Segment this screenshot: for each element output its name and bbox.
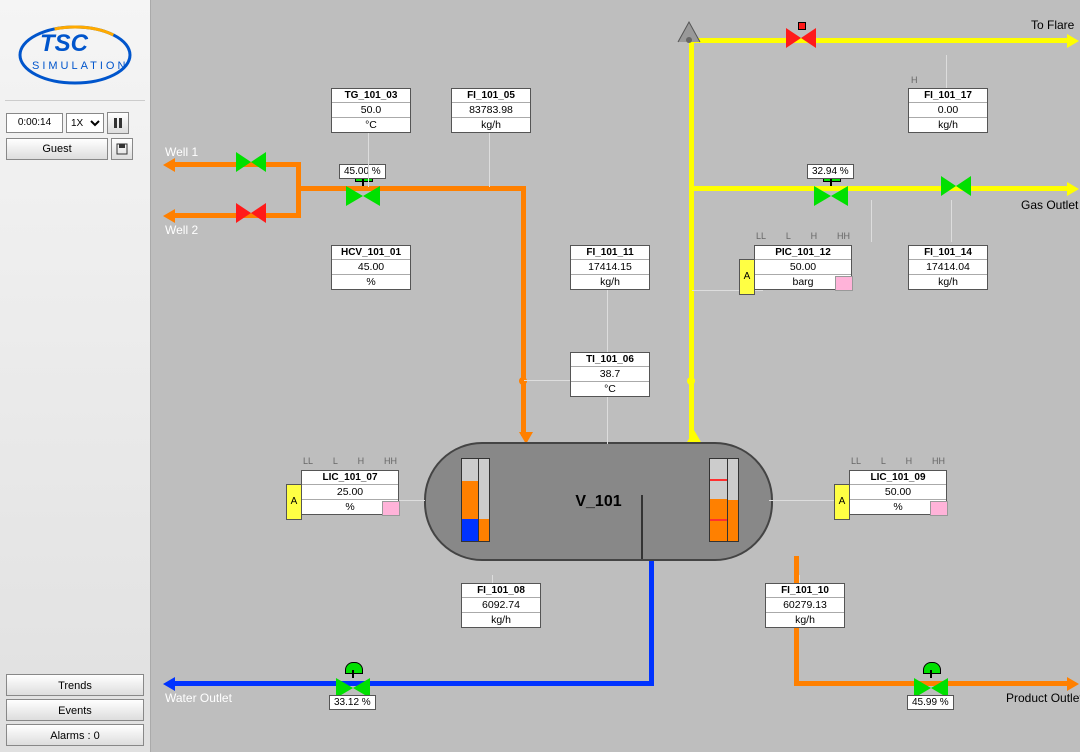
logo: TSC SIMULATION xyxy=(5,5,145,101)
control-valve-hcv-101-01[interactable] xyxy=(346,178,380,208)
valve-gas-outlet[interactable] xyxy=(941,176,971,196)
valve-flare[interactable] xyxy=(786,28,816,48)
indicator-fi-101-10[interactable]: FI_101_10 60279.13 kg/h xyxy=(765,583,845,628)
indicator-fi-101-05[interactable]: FI_101_05 83783.98 kg/h xyxy=(451,88,531,133)
arrow-well1 xyxy=(163,158,175,172)
pipe-gas-outlet xyxy=(689,186,1069,191)
junction-gas xyxy=(687,377,695,385)
label-water-outlet: Water Outlet xyxy=(165,691,232,705)
label-well2: Well 2 xyxy=(165,223,198,237)
trends-button[interactable]: Trends xyxy=(6,674,144,696)
junction-feed xyxy=(519,377,527,385)
controller-lic-101-09[interactable]: LL L H HH A LIC_101_09 50.00 % xyxy=(849,470,947,515)
pipe-water-h xyxy=(173,681,654,686)
pipe-water-v xyxy=(649,556,654,686)
valve-well1[interactable] xyxy=(236,152,266,172)
sidebar: TSC SIMULATION 0:00:14 1X Guest Trends E… xyxy=(0,0,151,752)
controller-pic-101-12[interactable]: LL L H HH A PIC_101_12 50.00 barg xyxy=(754,245,852,290)
arrow-water-outlet xyxy=(163,677,175,691)
conn-fi10114 xyxy=(951,200,952,242)
events-button[interactable]: Events xyxy=(6,699,144,721)
valve-well2[interactable] xyxy=(236,203,266,223)
conn-ti10106 xyxy=(607,394,608,444)
gas-cv-percent-tag: 32.94 % xyxy=(807,164,854,179)
water-cv-percent-tag: 33.12 % xyxy=(329,695,376,710)
control-valve-gas[interactable] xyxy=(814,178,848,208)
sightglass-oil-side xyxy=(709,458,729,542)
user-button[interactable]: Guest xyxy=(6,138,108,160)
label-well1: Well 1 xyxy=(165,145,198,159)
arrow-product-outlet xyxy=(1067,677,1079,691)
save-button[interactable] xyxy=(111,138,133,160)
nav-buttons: Trends Events Alarms : 0 xyxy=(6,671,144,746)
arrow-gas-outlet xyxy=(1067,182,1079,196)
conn-fi10105 xyxy=(489,131,490,187)
controller-mode-auto-icon: A xyxy=(834,484,850,520)
label-gas-outlet: Gas Outlet xyxy=(1021,198,1078,212)
label-to-flare: To Flare xyxy=(1031,18,1074,32)
conn-tg10103 xyxy=(368,131,369,187)
controller-output-box xyxy=(930,501,948,516)
arrow-well2 xyxy=(163,209,175,223)
indicator-tg-101-03[interactable]: TG_101_03 50.0 °C xyxy=(331,88,411,133)
hcv-percent-tag: 45.00 % xyxy=(339,164,386,179)
level-bar-lic07 xyxy=(478,458,490,542)
svg-text:SIMULATION: SIMULATION xyxy=(32,60,128,72)
sim-time-display: 0:00:14 xyxy=(6,113,63,133)
indicator-fi-101-11[interactable]: FI_101_11 17414.15 kg/h xyxy=(570,245,650,290)
svg-text:TSC: TSC xyxy=(40,30,89,57)
indicator-fi-101-14[interactable]: FI_101_14 17414.04 kg/h xyxy=(908,245,988,290)
alarms-button[interactable]: Alarms : 0 xyxy=(6,724,144,746)
vessel-label: V_101 xyxy=(575,493,621,511)
controller-output-box xyxy=(835,276,853,291)
sim-speed-select[interactable]: 1X xyxy=(66,113,104,133)
product-cv-percent-tag: 45.99 % xyxy=(907,695,954,710)
controller-mode-auto-icon: A xyxy=(739,259,755,295)
pause-button[interactable] xyxy=(107,112,129,134)
conn-pic-to-cv xyxy=(871,200,872,242)
pipe-feed-main-h xyxy=(296,186,526,191)
indicator-fi-101-17[interactable]: H FI_101_17 0.00 kg/h xyxy=(908,88,988,133)
indicator-ti-101-06[interactable]: TI_101_06 38.7 °C xyxy=(570,352,650,397)
level-bar-lic09 xyxy=(727,458,739,542)
arrow-flare xyxy=(1067,34,1079,48)
arrow-gas-up xyxy=(687,430,701,442)
label-product-outlet: Product Outlet xyxy=(1006,691,1080,705)
indicator-fi-101-08[interactable]: FI_101_08 6092.74 kg/h xyxy=(461,583,541,628)
transmitter-icon xyxy=(676,18,700,42)
indicator-hcv-101-01[interactable]: HCV_101_01 45.00 % xyxy=(331,245,411,290)
controller-output-box xyxy=(382,501,400,516)
controller-mode-auto-icon: A xyxy=(286,484,302,520)
sim-controls: 0:00:14 1X Guest xyxy=(0,106,150,170)
controller-lic-101-07[interactable]: LL L H HH A LIC_101_07 25.00 % xyxy=(301,470,399,515)
pipe-feed-main-v xyxy=(521,186,526,436)
pipe-to-flare xyxy=(689,38,1069,43)
vessel-weir xyxy=(641,495,643,559)
process-canvas: 45.00 % 32.94 % 33.12 % 45.99 % V_101 xyxy=(151,0,1080,752)
